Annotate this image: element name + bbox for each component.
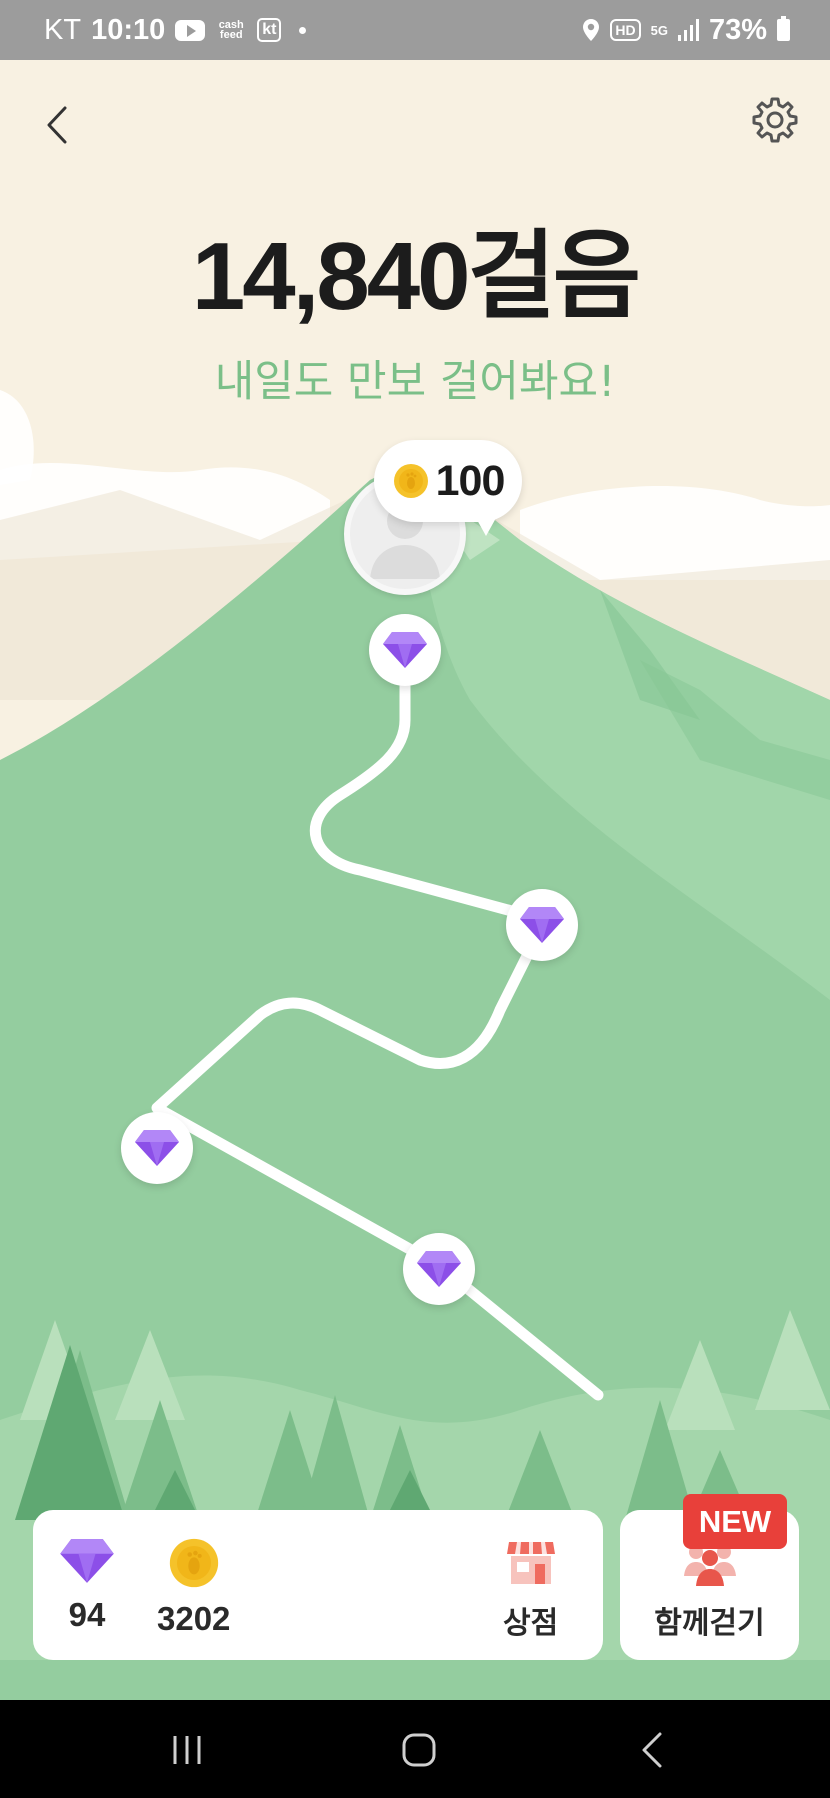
youtube-icon: [175, 19, 206, 41]
diamond-icon: [383, 632, 427, 668]
path-node-1[interactable]: [369, 614, 441, 686]
battery-percent: 73%: [708, 13, 767, 46]
recent-apps-icon: [173, 1736, 201, 1764]
coin-count: 3202: [157, 1600, 231, 1637]
diamond-icon: [520, 907, 564, 943]
battery-icon: [777, 16, 790, 41]
path-node-4[interactable]: [403, 1233, 475, 1305]
coin-icon: [169, 1538, 218, 1588]
cashfeed-icon: cash feed: [218, 19, 244, 41]
gear-icon: [752, 97, 798, 143]
recent-apps-button[interactable]: [157, 1722, 217, 1778]
back-icon: [642, 1732, 662, 1768]
signal-icon: [677, 19, 699, 41]
network-5g-icon: 5G: [650, 22, 668, 38]
status-bar: KT 10:10 cash feed kt HD 5G 73%: [0, 0, 830, 60]
diamond-icon: [135, 1130, 179, 1166]
path-node-2[interactable]: [506, 889, 578, 961]
settings-button[interactable]: [750, 95, 800, 145]
diamond-count: 94: [68, 1596, 106, 1633]
kt-icon: kt: [257, 18, 282, 42]
store-icon: [506, 1542, 555, 1584]
home-icon: [402, 1733, 436, 1767]
system-nav-bar: [0, 1700, 830, 1798]
coin-icon: [393, 464, 428, 498]
back-button[interactable]: [38, 100, 78, 150]
home-button[interactable]: [389, 1722, 449, 1778]
diamond-icon: [417, 1251, 461, 1287]
carrier-label: KT: [44, 13, 82, 46]
path-node-3[interactable]: [121, 1112, 193, 1184]
status-bar-left: KT 10:10 cash feed kt: [44, 13, 307, 47]
chevron-left-icon: [47, 106, 67, 144]
status-bar-right: HD 5G 73%: [582, 14, 790, 47]
wallet-card: 94 3202 상점: [33, 1510, 603, 1660]
encouragement-text: 내일도 만보 걸어봐요!: [214, 357, 616, 407]
walk-together-label: 함께걷기: [654, 1606, 765, 1641]
step-count: 14,840걸음: [191, 223, 641, 330]
coin-balance: 3202: [157, 1536, 230, 1638]
shop-label: 상점: [503, 1606, 559, 1641]
hd-voice-icon: HD: [610, 19, 641, 41]
location-icon: [583, 19, 600, 41]
diamond-icon: [60, 1539, 114, 1583]
reward-bubble[interactable]: 100: [374, 440, 522, 536]
reward-amount: 100: [435, 456, 506, 505]
notification-dot-icon: [299, 26, 307, 34]
shop-button[interactable]: 상점: [503, 1536, 558, 1642]
clock: 10:10: [91, 13, 166, 46]
diamond-balance: 94: [59, 1536, 115, 1634]
new-badge: NEW: [683, 1494, 787, 1549]
nav-back-button[interactable]: [622, 1722, 682, 1778]
